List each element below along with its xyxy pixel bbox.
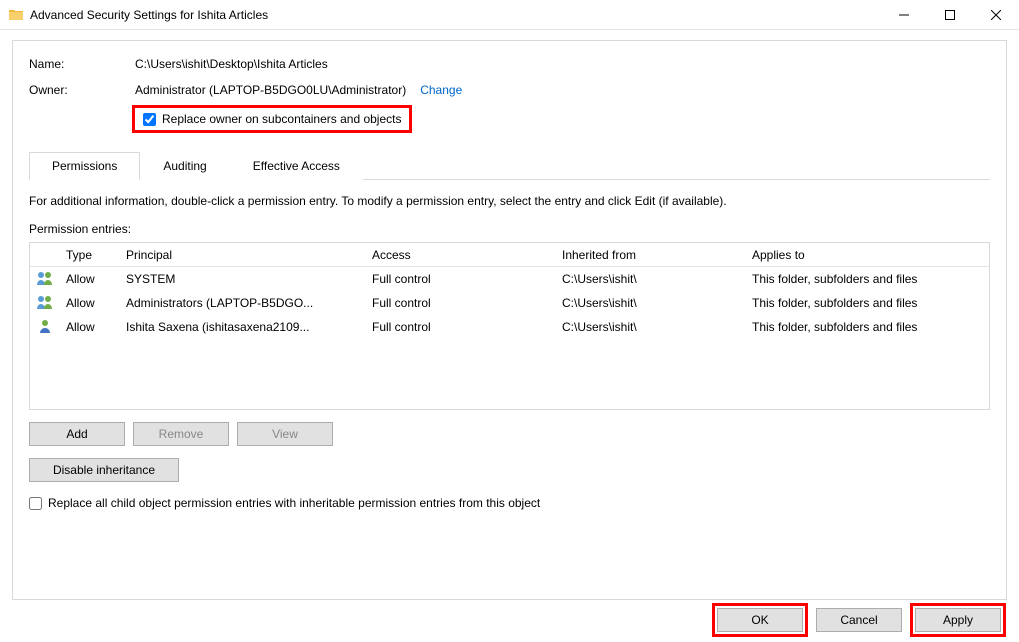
- th-access[interactable]: Access: [366, 248, 556, 262]
- row-type: Allow: [60, 272, 120, 286]
- titlebar: Advanced Security Settings for Ishita Ar…: [0, 0, 1019, 30]
- row-inherited: C:\Users\ishit\: [556, 272, 746, 286]
- th-principal[interactable]: Principal: [120, 248, 366, 262]
- owner-label: Owner:: [29, 83, 135, 97]
- tab-auditing[interactable]: Auditing: [140, 152, 229, 180]
- row-icon: [30, 319, 60, 336]
- replace-child-checkbox[interactable]: [29, 497, 42, 510]
- users-icon: [36, 295, 54, 309]
- replace-child-label: Replace all child object permission entr…: [48, 496, 540, 510]
- footer-buttons: OK Cancel Apply: [712, 603, 1006, 637]
- ok-button[interactable]: OK: [717, 608, 803, 632]
- remove-button: Remove: [133, 422, 229, 446]
- row-access: Full control: [366, 272, 556, 286]
- apply-highlight: Apply: [910, 603, 1006, 637]
- row-type: Allow: [60, 320, 120, 334]
- action-row: Add Remove View: [29, 422, 990, 446]
- row-inherited: C:\Users\ishit\: [556, 296, 746, 310]
- owner-row: Owner: Administrator (LAPTOP-B5DGO0LU\Ad…: [29, 83, 990, 97]
- cancel-button[interactable]: Cancel: [816, 608, 902, 632]
- owner-value: Administrator (LAPTOP-B5DGO0LU\Administr…: [135, 83, 406, 97]
- row-icon: [30, 271, 60, 288]
- replace-owner-checkbox-wrap[interactable]: Replace owner on subcontainers and objec…: [143, 112, 401, 126]
- ok-highlight: OK: [712, 603, 808, 637]
- row-inherited: C:\Users\ishit\: [556, 320, 746, 334]
- close-button[interactable]: [973, 0, 1019, 29]
- row-access: Full control: [366, 296, 556, 310]
- minimize-button[interactable]: [881, 0, 927, 29]
- entries-label: Permission entries:: [29, 222, 990, 236]
- window-controls: [881, 0, 1019, 29]
- row-type: Allow: [60, 296, 120, 310]
- tab-effective-access[interactable]: Effective Access: [230, 152, 363, 180]
- inner-frame: Name: C:\Users\ishit\Desktop\Ishita Arti…: [12, 40, 1007, 600]
- th-applies[interactable]: Applies to: [746, 248, 989, 262]
- row-applies: This folder, subfolders and files: [746, 272, 989, 286]
- users-icon: [36, 271, 54, 285]
- add-button[interactable]: Add: [29, 422, 125, 446]
- disable-inheritance-button[interactable]: Disable inheritance: [29, 458, 179, 482]
- replace-owner-checkbox[interactable]: [143, 113, 156, 126]
- name-row: Name: C:\Users\ishit\Desktop\Ishita Arti…: [29, 57, 990, 71]
- name-value: C:\Users\ishit\Desktop\Ishita Articles: [135, 57, 328, 71]
- change-link[interactable]: Change: [420, 83, 462, 97]
- row-access: Full control: [366, 320, 556, 334]
- th-type[interactable]: Type: [60, 248, 120, 262]
- table-row[interactable]: Allow Ishita Saxena (ishitasaxena2109...…: [30, 315, 989, 339]
- row-principal: Ishita Saxena (ishitasaxena2109...: [120, 320, 366, 334]
- replace-owner-highlight: Replace owner on subcontainers and objec…: [132, 105, 412, 133]
- tab-content: For additional information, double-click…: [29, 180, 990, 510]
- view-button: View: [237, 422, 333, 446]
- user-icon: [36, 319, 54, 333]
- row-principal: Administrators (LAPTOP-B5DGO...: [120, 296, 366, 310]
- row-principal: SYSTEM: [120, 272, 366, 286]
- apply-button[interactable]: Apply: [915, 608, 1001, 632]
- replace-owner-label: Replace owner on subcontainers and objec…: [162, 112, 401, 126]
- content-area: Name: C:\Users\ishit\Desktop\Ishita Arti…: [0, 30, 1019, 610]
- window-title: Advanced Security Settings for Ishita Ar…: [30, 8, 881, 22]
- row-applies: This folder, subfolders and files: [746, 296, 989, 310]
- row-icon: [30, 295, 60, 312]
- table-header: Type Principal Access Inherited from App…: [30, 243, 989, 267]
- permissions-table: Type Principal Access Inherited from App…: [29, 242, 990, 410]
- name-label: Name:: [29, 57, 135, 71]
- maximize-button[interactable]: [927, 0, 973, 29]
- table-row[interactable]: Allow Administrators (LAPTOP-B5DGO... Fu…: [30, 291, 989, 315]
- folder-icon: [8, 7, 24, 23]
- th-inherited[interactable]: Inherited from: [556, 248, 746, 262]
- row-applies: This folder, subfolders and files: [746, 320, 989, 334]
- replace-child-row: Replace all child object permission entr…: [29, 496, 990, 510]
- table-row[interactable]: Allow SYSTEM Full control C:\Users\ishit…: [30, 267, 989, 291]
- tab-permissions[interactable]: Permissions: [29, 152, 140, 180]
- tabs: Permissions Auditing Effective Access: [29, 151, 990, 180]
- info-text: For additional information, double-click…: [29, 194, 990, 208]
